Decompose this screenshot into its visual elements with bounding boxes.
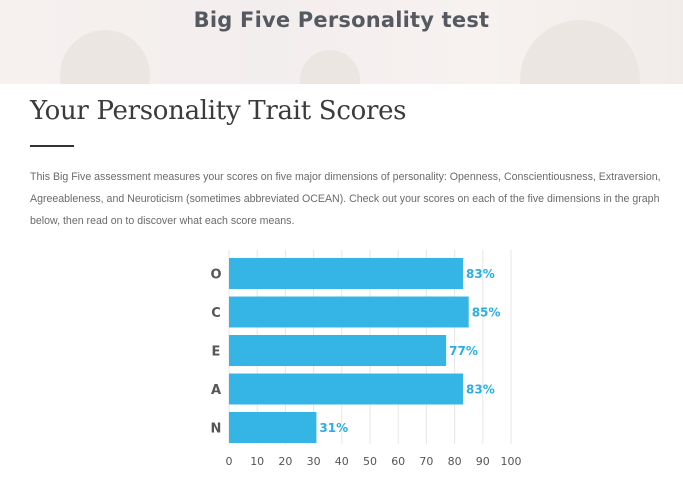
x-tick-label: 60 — [391, 455, 405, 468]
x-tick-label: 80 — [448, 455, 462, 468]
bar-o — [229, 258, 464, 289]
x-tick-label: 40 — [335, 455, 349, 468]
category-label: N — [211, 422, 222, 437]
x-tick-label: 20 — [278, 455, 292, 468]
bar-e — [229, 335, 447, 366]
category-label: A — [211, 383, 221, 398]
x-tick-label: 0 — [226, 455, 233, 468]
x-tick-label: 30 — [307, 455, 321, 468]
x-tick-label: 70 — [419, 455, 433, 468]
bar-n — [229, 412, 317, 443]
ocean-bar-chart: O 83% C 85% E 77% A 83% N 31% 0 10 20 30 40 50 60 70 80 90 1… — [210, 250, 522, 468]
x-tick-label: 90 — [476, 455, 490, 468]
value-label: 31% — [319, 421, 348, 435]
x-tick-label: 10 — [250, 455, 264, 468]
category-label: E — [212, 345, 221, 360]
x-tick-label: 50 — [363, 455, 377, 468]
value-label: 83% — [466, 267, 495, 281]
category-label: O — [210, 268, 221, 283]
bar-a — [229, 373, 464, 405]
category-label: C — [211, 306, 221, 321]
x-tick-label: 100 — [501, 455, 522, 468]
value-label: 83% — [466, 383, 495, 397]
value-label: 77% — [449, 344, 478, 358]
bar-c — [229, 296, 469, 328]
value-label: 85% — [472, 306, 501, 320]
